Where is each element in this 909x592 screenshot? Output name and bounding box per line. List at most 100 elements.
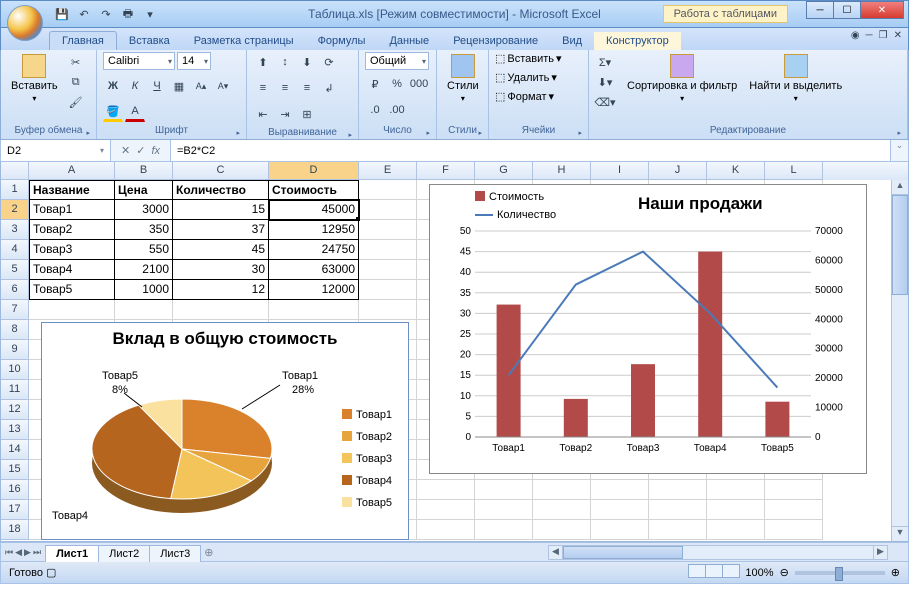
cell-B3[interactable]: 350: [115, 220, 173, 240]
col-header-E[interactable]: E: [359, 162, 417, 180]
cells-delete-button[interactable]: ⬚ Удалить ▾: [495, 71, 557, 84]
sort-filter-button[interactable]: Сортировка и фильтр▾: [623, 52, 741, 105]
col-header-C[interactable]: C: [173, 162, 269, 180]
row-header-15[interactable]: 15: [1, 460, 29, 480]
cell-L17[interactable]: [765, 500, 823, 520]
cell-B2[interactable]: 3000: [115, 200, 173, 220]
align-top-icon[interactable]: ⬆: [253, 52, 273, 72]
cell-L16[interactable]: [765, 480, 823, 500]
cell-F17[interactable]: [417, 500, 475, 520]
align-mid-icon[interactable]: ↕: [275, 52, 295, 72]
col-header-D[interactable]: D: [269, 162, 359, 180]
cell-D6[interactable]: 12000: [269, 280, 359, 300]
merge-icon[interactable]: ⊞: [297, 104, 317, 124]
redo-icon[interactable]: ↷: [97, 5, 115, 23]
cell-D2[interactable]: 45000: [269, 200, 359, 220]
tab-formulas[interactable]: Формулы: [306, 32, 378, 50]
macro-record-icon[interactable]: ▢: [46, 567, 56, 579]
tab-page-layout[interactable]: Разметка страницы: [182, 32, 306, 50]
cell-C4[interactable]: 45: [173, 240, 269, 260]
cell-C5[interactable]: 30: [173, 260, 269, 280]
tab-home[interactable]: Главная: [49, 31, 117, 50]
wrap-icon[interactable]: ↲: [319, 78, 339, 98]
col-header-A[interactable]: A: [29, 162, 115, 180]
comma-icon[interactable]: 000: [409, 74, 429, 94]
help-icon[interactable]: ◉: [851, 30, 860, 41]
font-grow-icon[interactable]: A▴: [191, 76, 211, 96]
cell-A2[interactable]: Товар1: [29, 200, 115, 220]
row-header-16[interactable]: 16: [1, 480, 29, 500]
cell-A3[interactable]: Товар2: [29, 220, 115, 240]
cell-G17[interactable]: [475, 500, 533, 520]
worksheet-grid[interactable]: ABCDEFGHIJKL 1НазваниеЦенаКоличествоСтои…: [0, 162, 909, 542]
tab-view[interactable]: Вид: [550, 32, 594, 50]
row-header-6[interactable]: 6: [1, 280, 29, 300]
maximize-button[interactable]: ☐: [833, 1, 861, 19]
cut-icon[interactable]: ✂: [66, 52, 86, 72]
cell-E7[interactable]: [359, 300, 417, 320]
cell-A1[interactable]: Название: [29, 180, 115, 200]
border-icon[interactable]: ▦: [169, 76, 189, 96]
indent-inc-icon[interactable]: ⇥: [275, 104, 295, 124]
cell-G16[interactable]: [475, 480, 533, 500]
horizontal-scrollbar[interactable]: ◀▶: [548, 545, 888, 560]
row-header-4[interactable]: 4: [1, 240, 29, 260]
number-format-combo[interactable]: Общий: [365, 52, 429, 70]
cell-D5[interactable]: 63000: [269, 260, 359, 280]
cell-E3[interactable]: [359, 220, 417, 240]
chart-pie[interactable]: Вклад в общую стоимость Товар128%Товар58…: [41, 322, 409, 540]
row-header-9[interactable]: 9: [1, 340, 29, 360]
cell-E1[interactable]: [359, 180, 417, 200]
cell-H18[interactable]: [533, 520, 591, 540]
office-button[interactable]: [7, 5, 43, 41]
col-header-H[interactable]: H: [533, 162, 591, 180]
save-icon[interactable]: 💾: [53, 5, 71, 23]
cell-B5[interactable]: 2100: [115, 260, 173, 280]
cell-I18[interactable]: [591, 520, 649, 540]
cell-F18[interactable]: [417, 520, 475, 540]
enter-formula-icon[interactable]: ✓: [136, 144, 145, 157]
zoom-level[interactable]: 100%: [745, 567, 773, 579]
col-header-L[interactable]: L: [765, 162, 823, 180]
row-header-3[interactable]: 3: [1, 220, 29, 240]
font-size-combo[interactable]: 14: [177, 52, 211, 70]
autosum-icon[interactable]: Σ▾: [595, 52, 615, 72]
clear-icon[interactable]: ⌫▾: [595, 92, 615, 112]
sheet-last-icon[interactable]: ⏭: [33, 547, 41, 558]
row-header-13[interactable]: 13: [1, 420, 29, 440]
sheet-first-icon[interactable]: ⏮: [5, 547, 13, 558]
tab-data[interactable]: Данные: [377, 32, 441, 50]
sheet-prev-icon[interactable]: ◀: [15, 547, 22, 558]
chart-combo[interactable]: СтоимостьКоличествоНаши продажи051015202…: [429, 184, 867, 474]
align-center-icon[interactable]: ≡: [275, 78, 295, 98]
row-header-18[interactable]: 18: [1, 520, 29, 540]
paste-button[interactable]: Вставить▾: [7, 52, 62, 105]
cell-E6[interactable]: [359, 280, 417, 300]
row-header-17[interactable]: 17: [1, 500, 29, 520]
view-buttons[interactable]: [688, 564, 739, 581]
cell-K18[interactable]: [707, 520, 765, 540]
align-bot-icon[interactable]: ⬇: [297, 52, 317, 72]
font-name-combo[interactable]: Calibri: [103, 52, 175, 70]
cell-C1[interactable]: Количество: [173, 180, 269, 200]
fill-icon[interactable]: ⬇▾: [595, 72, 615, 92]
align-left-icon[interactable]: ≡: [253, 78, 273, 98]
italic-icon[interactable]: К: [125, 76, 145, 96]
cell-H16[interactable]: [533, 480, 591, 500]
cell-G18[interactable]: [475, 520, 533, 540]
orientation-icon[interactable]: ⟳: [319, 52, 339, 72]
col-header-B[interactable]: B: [115, 162, 173, 180]
cell-K17[interactable]: [707, 500, 765, 520]
copy-icon[interactable]: ⧉: [66, 72, 86, 92]
cell-A4[interactable]: Товар3: [29, 240, 115, 260]
col-header-I[interactable]: I: [591, 162, 649, 180]
sheet-tab-Лист3[interactable]: Лист3: [149, 545, 201, 562]
indent-dec-icon[interactable]: ⇤: [253, 104, 273, 124]
cancel-formula-icon[interactable]: ✕: [121, 144, 130, 157]
row-header-11[interactable]: 11: [1, 380, 29, 400]
ribbon-min-icon[interactable]: ─: [866, 30, 873, 41]
cell-B1[interactable]: Цена: [115, 180, 173, 200]
inc-dec-icon[interactable]: .0: [365, 100, 385, 120]
new-sheet-icon[interactable]: ⊕: [204, 546, 213, 559]
cell-I16[interactable]: [591, 480, 649, 500]
